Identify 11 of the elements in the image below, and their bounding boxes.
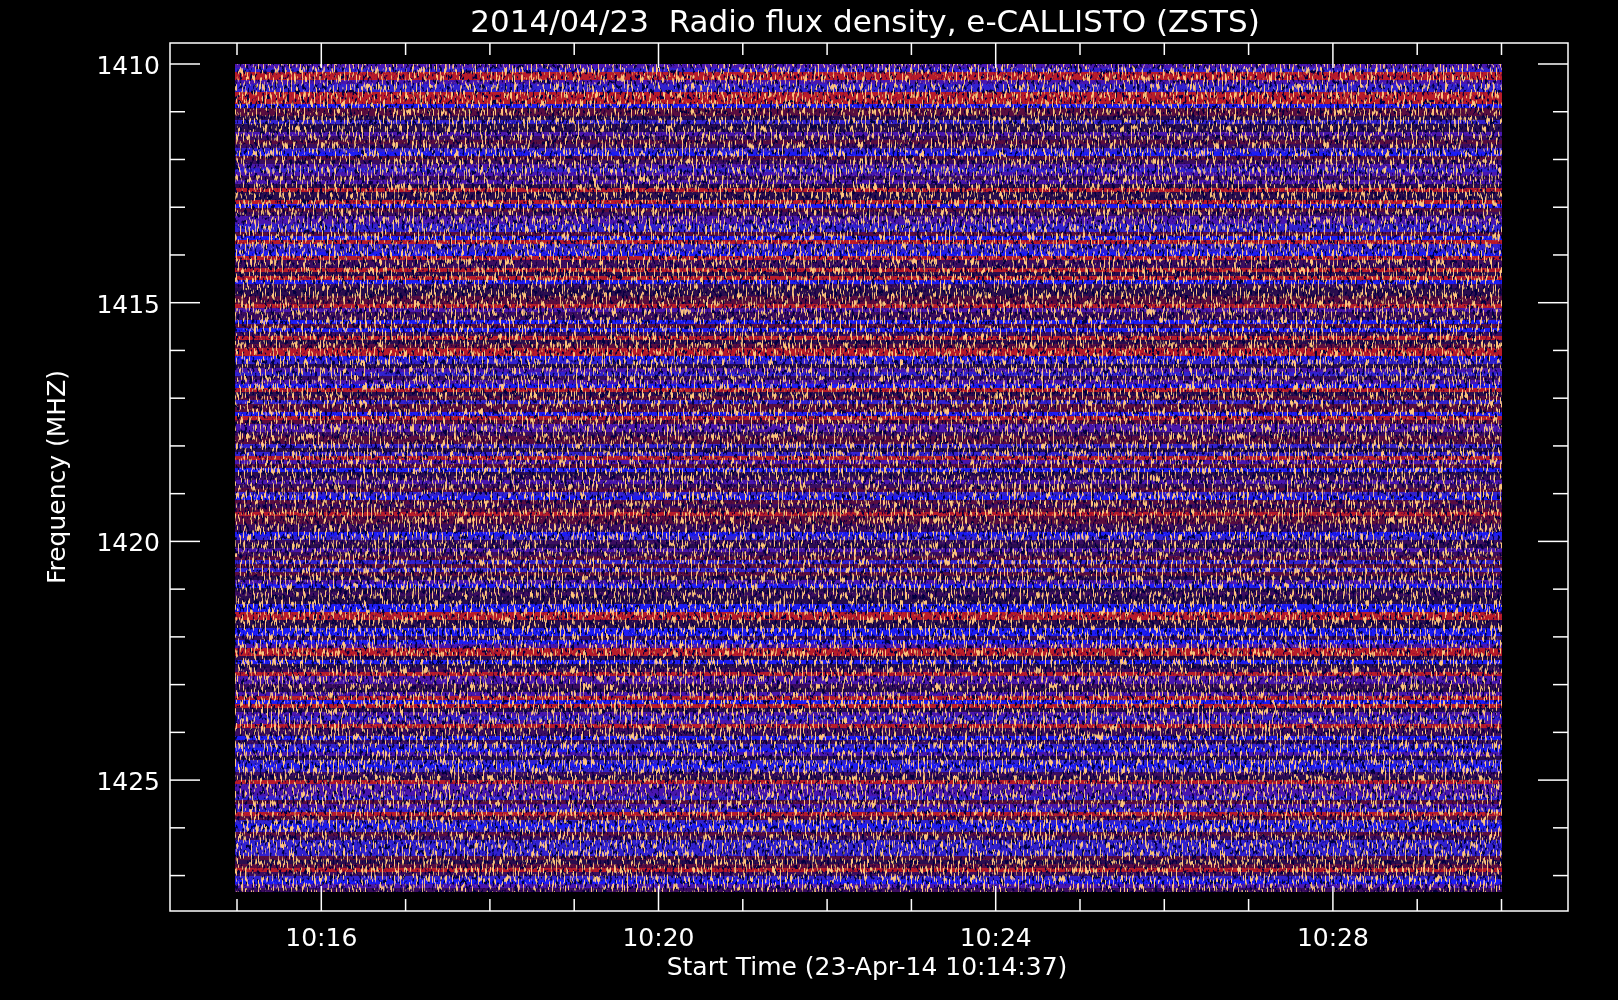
x-tick-label: 10:20: [622, 923, 695, 952]
x-tick-label: 10:28: [1296, 923, 1369, 952]
y-axis-label: Frequency (MHZ): [42, 369, 71, 585]
x-tick-label: 10:16: [285, 923, 358, 952]
chart-title: 2014/04/23 Radio flux density, e-CALLISTO (ZSTS): [470, 3, 1260, 39]
y-tick-label: 1420: [96, 528, 160, 558]
x-axis-label: Start Time (23-Apr-14 10:14:37): [666, 952, 1068, 981]
y-tick-label: 1425: [96, 767, 160, 797]
y-tick-label: 1415: [96, 289, 160, 319]
y-tick-label: 1410: [96, 51, 160, 80]
x-tick-label: 10:24: [959, 923, 1032, 952]
